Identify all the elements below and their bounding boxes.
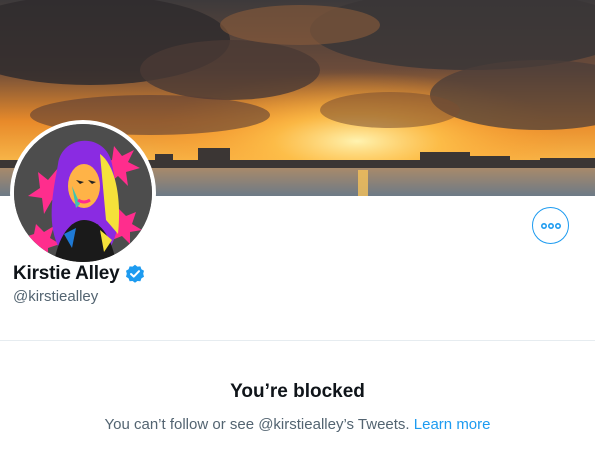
- more-options-button[interactable]: [532, 207, 569, 244]
- blocked-title: You’re blocked: [230, 381, 365, 402]
- blocked-message: You can’t follow or see @kirstiealley’s …: [104, 416, 410, 433]
- learn-more-link[interactable]: Learn more: [414, 416, 491, 433]
- profile-name-row: Kirstie Alley: [13, 263, 145, 285]
- avatar-image: [14, 124, 152, 262]
- more-dots-icon: [540, 222, 561, 229]
- profile-avatar[interactable]: [10, 120, 156, 266]
- blocked-description: You can’t follow or see @kirstiealley’s …: [0, 416, 595, 433]
- display-name: Kirstie Alley: [13, 263, 120, 284]
- profile-handle: @kirstiealley: [13, 288, 99, 305]
- verified-badge-icon: [125, 264, 145, 284]
- section-divider: [0, 340, 595, 341]
